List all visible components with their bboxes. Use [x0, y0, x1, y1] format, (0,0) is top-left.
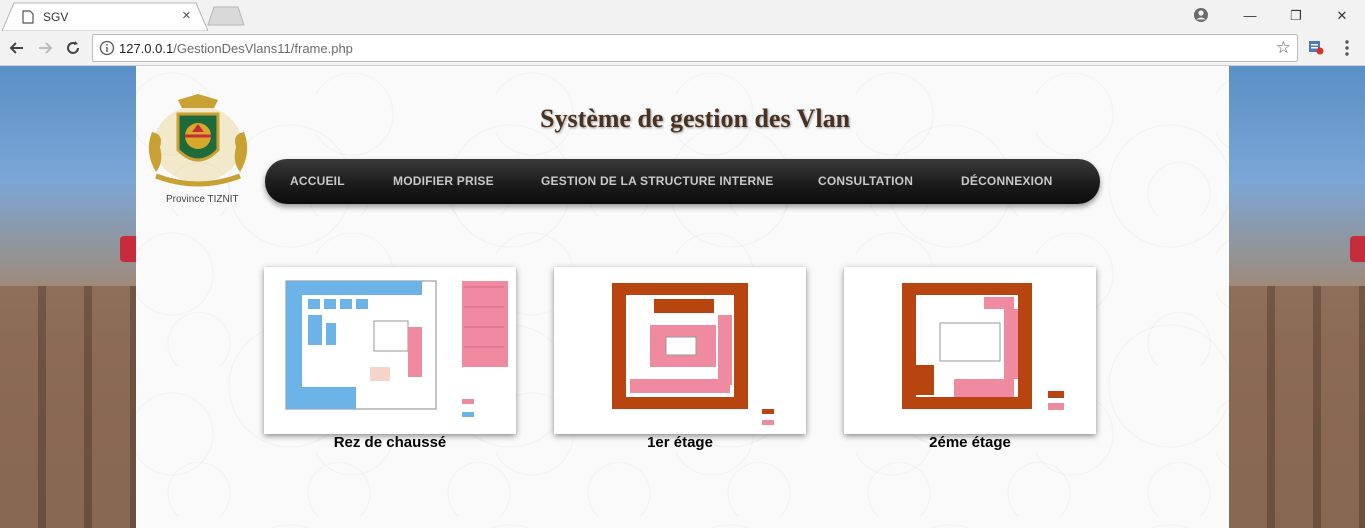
url-path: /GestionDesVlans11/frame.php — [173, 41, 353, 56]
page-viewport: Province TIZNIT Système de gestion des V… — [0, 66, 1365, 528]
reload-button[interactable] — [62, 37, 84, 59]
reload-icon — [67, 41, 79, 54]
url-host: 127.0.0.1 — [119, 41, 174, 56]
floor-plan-1er-card[interactable] — [554, 267, 806, 434]
extension-icon[interactable] — [1308, 39, 1324, 55]
background-flag-right — [1350, 236, 1365, 262]
tab-strip: SGV × — ❐ ✕ — [0, 0, 1365, 31]
nav-modifier-prise[interactable]: MODIFIER PRISE — [393, 174, 494, 188]
window-close-button[interactable]: ✕ — [1319, 0, 1365, 31]
info-icon[interactable] — [99, 40, 115, 56]
main-content: Province TIZNIT Système de gestion des V… — [136, 66, 1229, 528]
forward-button[interactable] — [34, 37, 56, 59]
more-menu-icon[interactable] — [1339, 39, 1355, 57]
background-building-right — [1229, 286, 1365, 528]
address-bar[interactable]: 127.0.0.1/GestionDesVlans11/frame.php ☆ — [92, 34, 1298, 62]
nav-consultation[interactable]: CONSULTATION — [818, 174, 913, 188]
tab-title: SGV — [43, 10, 69, 24]
forward-arrow-icon — [39, 42, 53, 54]
main-nav: ACCUEIL MODIFIER PRISE GESTION DE LA STR… — [265, 159, 1100, 204]
floor-label-rdc[interactable]: Rez de chaussé — [264, 434, 516, 451]
browser-tab[interactable]: SGV × — [2, 2, 208, 31]
back-arrow-icon — [9, 42, 23, 54]
floor-plan-1er-image — [612, 283, 774, 425]
close-tab-icon[interactable]: × — [182, 8, 191, 24]
province-label: Province TIZNIT — [166, 194, 239, 205]
floor-label-2eme[interactable]: 2éme étage — [844, 434, 1096, 451]
nav-accueil[interactable]: ACCUEIL — [290, 174, 345, 188]
floor-label-1er[interactable]: 1er étage — [554, 434, 806, 451]
nav-deconnexion[interactable]: DÉCONNEXION — [961, 174, 1053, 188]
floor-plan-rdc-image — [285, 280, 508, 417]
url-text[interactable]: 127.0.0.1/GestionDesVlans11/frame.php — [119, 41, 353, 56]
restore-button[interactable]: ❐ — [1273, 0, 1319, 31]
new-tab-button[interactable] — [206, 6, 246, 26]
floor-plan-rdc-card[interactable] — [264, 267, 516, 434]
floor-plan-2eme-card[interactable] — [844, 267, 1096, 434]
floor-plan-2eme-image — [902, 283, 1064, 410]
back-button[interactable] — [6, 37, 28, 59]
page-icon — [22, 10, 34, 24]
minimize-button[interactable]: — — [1227, 0, 1273, 31]
background-building-left — [0, 286, 136, 528]
profile-icon[interactable] — [1193, 7, 1209, 23]
coat-of-arms-logo — [148, 94, 248, 187]
bookmark-star-icon[interactable]: ☆ — [1276, 38, 1291, 58]
browser-toolbar: 127.0.0.1/GestionDesVlans11/frame.php ☆ — [0, 31, 1365, 66]
page-title: Système de gestion des Vlan — [540, 104, 851, 133]
nav-gestion-structure[interactable]: GESTION DE LA STRUCTURE INTERNE — [541, 174, 773, 188]
